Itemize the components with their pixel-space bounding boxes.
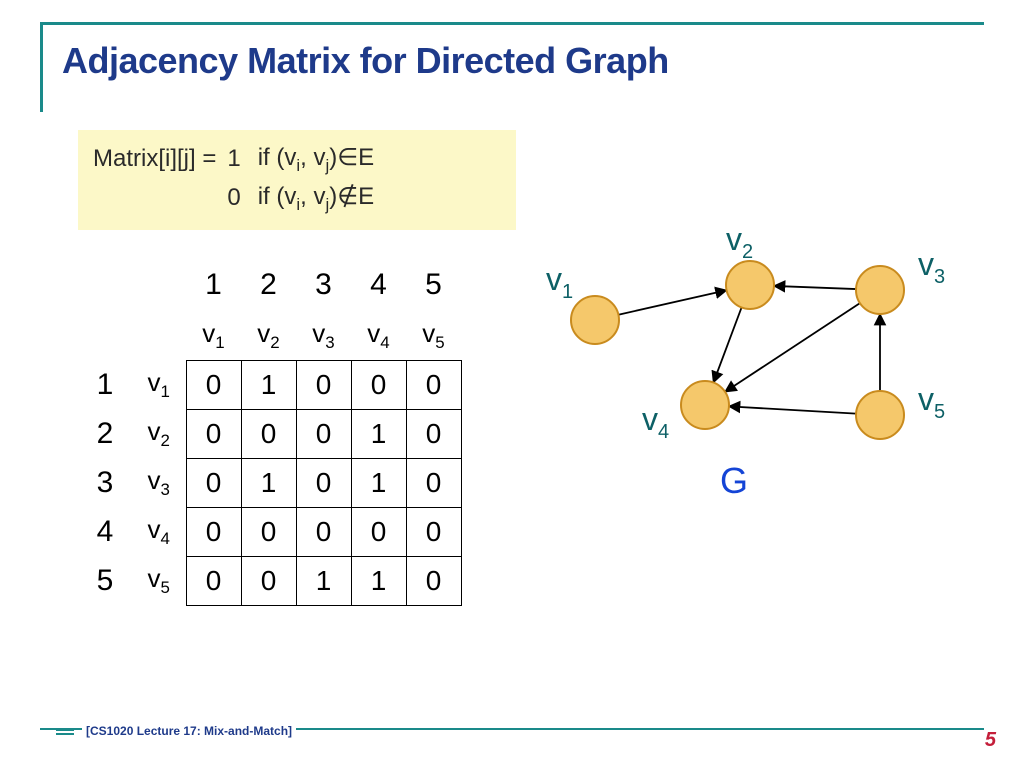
node-v3 — [856, 266, 904, 314]
def-val1: 1 — [226, 140, 256, 179]
matrix-cell: 0 — [351, 361, 406, 410]
matrix-cell: 0 — [186, 361, 241, 410]
node-v5 — [856, 391, 904, 439]
edge-v3-v2 — [774, 286, 856, 289]
edge-v2-v4 — [713, 307, 741, 382]
edge-v1-v2 — [618, 290, 726, 314]
adjacency-matrix: 12345v1v2v3v4v51v1010002v2000103v3010104… — [78, 258, 462, 606]
col-header: v2 — [241, 312, 296, 361]
node-v1 — [571, 296, 619, 344]
matrix-cell: 0 — [296, 459, 351, 508]
matrix-cell: 0 — [406, 459, 461, 508]
col-number: 3 — [296, 258, 351, 312]
matrix-cell: 0 — [351, 508, 406, 557]
row-number: 3 — [78, 459, 132, 508]
graph-label: G — [720, 460, 748, 502]
col-number: 5 — [406, 258, 461, 312]
row-header: v3 — [132, 459, 186, 508]
matrix-cell: 0 — [406, 361, 461, 410]
matrix-cell: 0 — [186, 508, 241, 557]
directed-graph: v1 v2 v3 v4 v5 — [520, 220, 1000, 520]
matrix-cell: 0 — [241, 557, 296, 606]
matrix-cell: 0 — [296, 410, 351, 459]
matrix-cell: 0 — [186, 459, 241, 508]
node-label-v4: v4 — [642, 401, 669, 443]
page-number: 5 — [985, 729, 996, 752]
matrix-cell: 0 — [186, 410, 241, 459]
col-header: v4 — [351, 312, 406, 361]
matrix-cell: 1 — [351, 410, 406, 459]
row-number: 2 — [78, 410, 132, 459]
matrix-cell: 0 — [241, 508, 296, 557]
node-v2 — [726, 261, 774, 309]
matrix-cell: 0 — [186, 557, 241, 606]
matrix-cell: 1 — [296, 557, 351, 606]
col-header: v5 — [406, 312, 461, 361]
matrix-cell: 0 — [406, 410, 461, 459]
slide-top-border — [40, 22, 984, 25]
row-header: v4 — [132, 508, 186, 557]
matrix-cell: 1 — [241, 361, 296, 410]
def-lhs: Matrix[i][j] = — [92, 140, 226, 179]
matrix-cell: 1 — [241, 459, 296, 508]
node-label-v2: v2 — [726, 221, 753, 263]
row-header: v1 — [132, 361, 186, 410]
page-title: Adjacency Matrix for Directed Graph — [62, 40, 669, 82]
node-label-v5: v5 — [918, 381, 945, 423]
def-val0: 0 — [226, 179, 256, 218]
footer-tick-icon — [56, 733, 74, 735]
matrix-cell: 0 — [296, 361, 351, 410]
node-v4 — [681, 381, 729, 429]
row-header: v2 — [132, 410, 186, 459]
matrix-cell: 0 — [406, 557, 461, 606]
matrix-cell: 0 — [406, 508, 461, 557]
node-label-v1: v1 — [546, 261, 573, 303]
edge-v3-v4 — [725, 303, 860, 392]
matrix-cell: 1 — [351, 557, 406, 606]
definition-box: Matrix[i][j] = 1 if (vi, vj)∈E 0 if (vi,… — [78, 130, 516, 230]
col-number: 2 — [241, 258, 296, 312]
slide-left-border — [40, 22, 43, 112]
footer-text: [CS1020 Lecture 17: Mix-and-Match] — [82, 724, 296, 738]
row-number: 1 — [78, 361, 132, 410]
matrix-cell: 1 — [351, 459, 406, 508]
col-header: v1 — [186, 312, 241, 361]
matrix-cell: 0 — [241, 410, 296, 459]
row-header: v5 — [132, 557, 186, 606]
col-number: 1 — [186, 258, 241, 312]
matrix-cell: 0 — [296, 508, 351, 557]
col-header: v3 — [296, 312, 351, 361]
node-label-v3: v3 — [918, 246, 945, 288]
row-number: 4 — [78, 508, 132, 557]
col-number: 4 — [351, 258, 406, 312]
edge-v5-v4 — [729, 406, 856, 413]
row-number: 5 — [78, 557, 132, 606]
def-cond1: if (vi, vj)∈E — [257, 140, 375, 179]
def-cond0: if (vi, vj)∉E — [257, 179, 375, 218]
